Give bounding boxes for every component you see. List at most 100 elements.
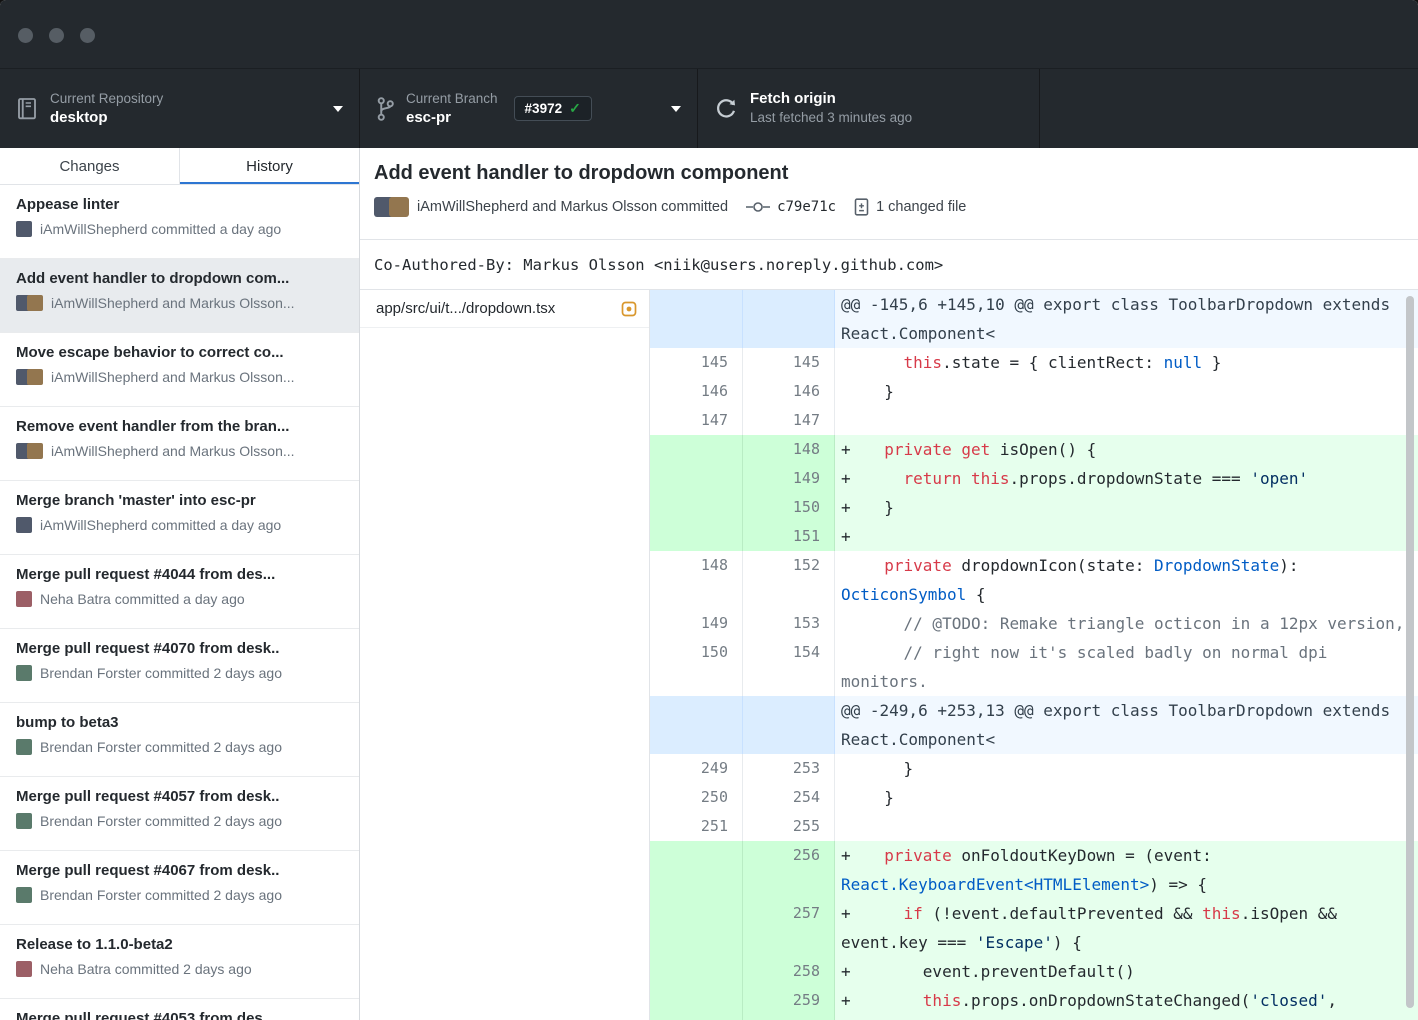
commit-list-item[interactable]: Merge pull request #4070 from desk.. Bren… <box>0 629 359 703</box>
file-list-item[interactable]: app/src/ui/t.../dropdown.tsx <box>360 290 649 328</box>
diff-line: 249253 } <box>650 754 1418 783</box>
diff-line[interactable]: 148+ private get isOpen() { <box>650 435 1418 464</box>
commit-title: Remove event handler from the bran... <box>16 418 343 435</box>
diff-line: 251255 <box>650 812 1418 841</box>
diff-old-line-number <box>650 522 743 551</box>
diff-line[interactable]: 258+ event.preventDefault() <box>650 957 1418 986</box>
app-window: Current Repository desktop Current Branc… <box>0 0 1418 1020</box>
diff-old-line-number <box>650 986 743 1020</box>
commit-meta-row: iAmWillShepherd and Markus Olsson... <box>16 443 343 459</box>
commit-meta-row: iAmWillShepherd and Markus Olsson... <box>16 295 343 311</box>
diff-new-line-number: 253 <box>743 754 835 783</box>
diff-marker: + <box>841 899 865 928</box>
avatar <box>27 443 43 459</box>
diff-line[interactable]: 257+ if (!event.defaultPrevented && this… <box>650 899 1418 957</box>
current-branch-label: Current Branch <box>406 91 498 106</box>
commit-byline: iAmWillShepherd and Markus Olsson commit… <box>374 197 1402 217</box>
diff-marker: + <box>841 841 865 870</box>
commit-sha: c79e71c <box>777 199 836 215</box>
commit-list-item[interactable]: Merge branch 'master' into esc-pr iAmWill… <box>0 481 359 555</box>
chevron-down-icon <box>333 106 343 112</box>
commit-list-item[interactable]: Release to 1.1.0-beta2 Neha Batra committ… <box>0 925 359 999</box>
pr-number: #3972 <box>525 101 563 116</box>
commit-meta-row: Brendan Forster committed 2 days ago <box>16 813 343 829</box>
commit-meta-row: Neha Batra committed 2 days ago <box>16 961 343 977</box>
commit-meta-row: Brendan Forster committed 2 days ago <box>16 887 343 903</box>
diff-new-line-number: 154 <box>743 638 835 696</box>
diff-code: + private onFoldoutKeyDown = (event: Rea… <box>835 841 1418 899</box>
diff-line[interactable]: 259+ this.props.onDropdownStateChanged('… <box>650 986 1418 1020</box>
diff-line[interactable]: 150+ } <box>650 493 1418 522</box>
commit-list-item[interactable]: Add event handler to dropdown com...iAmW… <box>0 259 359 333</box>
minimize-button[interactable] <box>49 28 64 43</box>
check-icon: ✓ <box>569 100 581 117</box>
commit-description: Co-Authored-By: Markus Olsson <niik@user… <box>360 240 1418 290</box>
current-repository-button[interactable]: Current Repository desktop <box>0 69 360 148</box>
commit-title: Release to 1.1.0-beta2 <box>16 936 343 953</box>
commit-meta: Brendan Forster committed 2 days ago <box>40 665 282 681</box>
commit-list-item[interactable]: Merge pull request #4057 from desk..Bren… <box>0 777 359 851</box>
commit-title: Merge pull request #4070 from desk.. <box>16 640 343 657</box>
diff-new-line-number: 254 <box>743 783 835 812</box>
diff-old-line-number <box>650 493 743 522</box>
diff-code: @@ -249,6 +253,13 @@ export class Toolba… <box>835 696 1418 754</box>
diff-code: + return this.props.dropdownState === 'o… <box>835 464 1418 493</box>
diff-new-line-number: 258 <box>743 957 835 986</box>
pr-badge[interactable]: #3972 ✓ <box>514 96 592 121</box>
commit-meta-row: Brendan Forster committed 2 days ago <box>16 665 343 681</box>
diff-new-line-number: 146 <box>743 377 835 406</box>
diff-new-line-number: 257 <box>743 899 835 957</box>
commit-meta: iAmWillShepherd committed a day ago <box>40 221 281 237</box>
file-diff-icon <box>854 198 869 216</box>
vertical-scrollbar[interactable] <box>1406 296 1414 1008</box>
commit-list-item[interactable]: Merge pull request #4044 from des... Neha… <box>0 555 359 629</box>
diff-code: } <box>835 377 1418 406</box>
diff-new-line-number: 151 <box>743 522 835 551</box>
diff-old-line-number: 148 <box>650 551 743 609</box>
diff-code: + } <box>835 493 1418 522</box>
avatar <box>16 665 32 681</box>
commit-meta-row: iAmWillShepherd and Markus Olsson... <box>16 369 343 385</box>
avatar <box>16 517 32 533</box>
diff-old-line-number: 150 <box>650 638 743 696</box>
commit-meta-row: Brendan Forster committed 2 days ago <box>16 739 343 755</box>
commit-meta-row: Neha Batra committed a day ago <box>16 591 343 607</box>
current-repository-label: Current Repository <box>50 91 163 106</box>
commit-list-item[interactable]: bump to beta3Brendan Forster committed 2… <box>0 703 359 777</box>
diff-line: 150154 // right now it's scaled badly on… <box>650 638 1418 696</box>
diff-new-line-number: 149 <box>743 464 835 493</box>
diff-line[interactable]: 149+ return this.props.dropdownState ===… <box>650 464 1418 493</box>
diff-line[interactable]: 256+ private onFoldoutKeyDown = (event: … <box>650 841 1418 899</box>
zoom-button[interactable] <box>80 28 95 43</box>
diff-code: + <box>835 522 1418 551</box>
diff-old-line-number <box>650 290 743 348</box>
avatar <box>16 813 32 829</box>
diff-marker: + <box>841 435 865 464</box>
commit-title: Merge branch 'master' into esc-pr <box>16 492 343 509</box>
tab-changes[interactable]: Changes <box>0 148 180 184</box>
commit-list-item[interactable]: Appease linter iAmWillShepherd committed … <box>0 185 359 259</box>
current-branch-button[interactable]: Current Branch esc-pr #3972 ✓ <box>360 69 698 148</box>
diff-code <box>835 812 1418 841</box>
commit-title: Merge pull request #4044 from des... <box>16 566 343 583</box>
commit-meta: iAmWillShepherd committed a day ago <box>40 517 281 533</box>
changed-files-group: 1 changed file <box>854 198 966 216</box>
commit-list-item[interactable]: Remove event handler from the bran... iAm… <box>0 407 359 481</box>
commit-list-item[interactable]: Merge pull request #4067 from desk..Bren… <box>0 851 359 925</box>
commit-title: Merge pull request #4053 from des... <box>16 1010 343 1020</box>
commit-list: Appease linter iAmWillShepherd committed … <box>0 185 359 1020</box>
commit-title: Appease linter <box>16 196 343 213</box>
fetch-origin-button[interactable]: Fetch origin Last fetched 3 minutes ago <box>698 69 1040 148</box>
diff-line[interactable]: 151+ <box>650 522 1418 551</box>
close-button[interactable] <box>18 28 33 43</box>
commit-list-item[interactable]: Move escape behavior to correct co...iAm… <box>0 333 359 407</box>
commit-meta: Brendan Forster committed 2 days ago <box>40 813 282 829</box>
chevron-down-icon <box>671 106 681 112</box>
diff-new-line-number: 152 <box>743 551 835 609</box>
diff-old-line-number <box>650 957 743 986</box>
commit-header: Add event handler to dropdown component … <box>360 148 1418 240</box>
tab-history[interactable]: History <box>180 148 359 184</box>
commit-list-item[interactable]: Merge pull request #4053 from des... <box>0 999 359 1020</box>
fetch-origin-sub: Last fetched 3 minutes ago <box>750 110 912 125</box>
commit-meta: iAmWillShepherd and Markus Olsson... <box>51 295 295 311</box>
